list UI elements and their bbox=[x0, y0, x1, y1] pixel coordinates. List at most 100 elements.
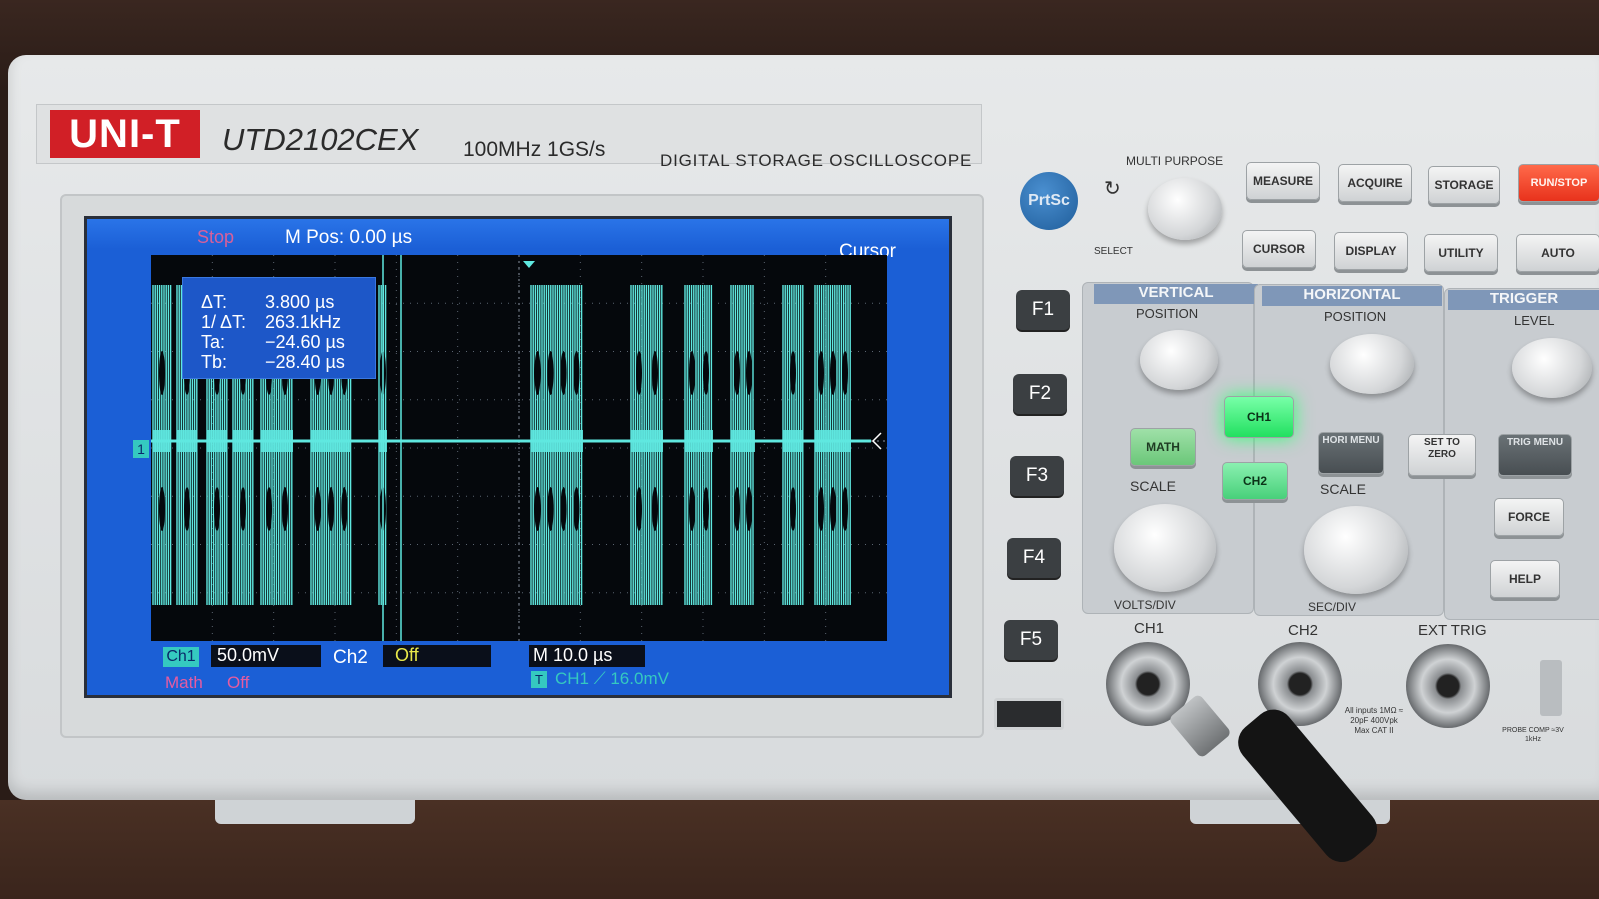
dt-label: ΔT: bbox=[201, 292, 228, 312]
math-button[interactable]: MATH bbox=[1130, 428, 1196, 466]
device-type: DIGITAL STORAGE OSCILLOSCOPE bbox=[660, 151, 973, 170]
volts-div-knob[interactable] bbox=[1114, 504, 1216, 592]
burst-core bbox=[631, 430, 663, 452]
force-button[interactable]: FORCE bbox=[1494, 498, 1564, 536]
display-button[interactable]: DISPLAY bbox=[1334, 232, 1408, 270]
vertical-position-knob[interactable] bbox=[1140, 330, 1218, 390]
burst-notch bbox=[818, 487, 824, 531]
ext-trig-label: EXT TRIG bbox=[1418, 622, 1487, 639]
trigger-position-marker bbox=[523, 261, 535, 268]
f2-button[interactable]: F2 bbox=[1013, 374, 1067, 414]
ext-trig-bnc-connector[interactable] bbox=[1406, 644, 1490, 728]
burst-notch bbox=[341, 487, 348, 531]
math-state: Off bbox=[227, 673, 250, 692]
burst-notch bbox=[573, 351, 580, 395]
burst-core bbox=[233, 430, 253, 452]
dt-value: 3.800 µs bbox=[265, 292, 335, 312]
run-stop-button[interactable]: RUN/STOP bbox=[1518, 164, 1599, 202]
prtsc-button[interactable]: PrtSc bbox=[1020, 172, 1078, 230]
burst-notch bbox=[560, 487, 567, 531]
ch1-scale: 50.0mV bbox=[211, 645, 321, 667]
burst-notch bbox=[734, 487, 740, 531]
auto-button[interactable]: AUTO bbox=[1516, 234, 1599, 272]
burst-notch bbox=[652, 351, 658, 395]
spec-text: 100MHz 1GS/s bbox=[463, 138, 606, 161]
storage-button[interactable]: STORAGE bbox=[1428, 166, 1500, 204]
cursor-button[interactable]: CURSOR bbox=[1242, 230, 1316, 268]
inputs-warning: All inputs 1MΩ ≈ 20pF 400Vpk Max CAT II bbox=[1344, 706, 1404, 735]
help-button[interactable]: HELP bbox=[1490, 560, 1560, 598]
cursor-info-box: ΔT: 3.800 µs 1/ ΔT: 263.1kHz Ta: −24.60 … bbox=[182, 277, 376, 379]
horizontal-scale-label: SCALE bbox=[1320, 481, 1366, 497]
f1-button[interactable]: F1 bbox=[1016, 290, 1070, 330]
burst-notch bbox=[746, 351, 752, 395]
burst-core bbox=[311, 430, 351, 452]
trigger-badge: T bbox=[531, 671, 547, 688]
ta-value: −24.60 µs bbox=[265, 332, 345, 352]
horizontal-position-label: POSITION bbox=[1324, 309, 1387, 324]
burst-notch bbox=[240, 487, 246, 531]
horizontal-heading: HORIZONTAL bbox=[1262, 286, 1442, 306]
vertical-position-label: POSITION bbox=[1136, 306, 1199, 321]
burst-notch bbox=[184, 487, 190, 531]
burst-notch bbox=[734, 351, 740, 395]
burst-notch bbox=[159, 351, 165, 395]
f4-button[interactable]: F4 bbox=[1007, 538, 1061, 578]
hori-menu-button[interactable]: HORI MENU bbox=[1318, 432, 1384, 474]
burst-core bbox=[783, 430, 803, 452]
acquire-button[interactable]: ACQUIRE bbox=[1338, 164, 1412, 202]
burst-notch bbox=[818, 351, 824, 395]
sec-div-knob[interactable] bbox=[1304, 506, 1408, 594]
burst-notch bbox=[746, 487, 752, 531]
burst-notch bbox=[266, 487, 272, 531]
burst-core bbox=[731, 430, 755, 452]
burst-notch bbox=[790, 487, 796, 531]
oscilloscope-screen: Stop M Pos: 0.00 µs Cursor 1 ΔT: 3.800 µ… bbox=[84, 216, 952, 698]
probe-comp-terminal[interactable] bbox=[1540, 660, 1562, 716]
mpos-readout: M Pos: 0.00 µs bbox=[285, 227, 413, 248]
tb-label: Tb: bbox=[201, 352, 228, 372]
inv-dt-value: 263.1kHz bbox=[265, 312, 342, 332]
burst-notch bbox=[842, 351, 848, 395]
burst-core bbox=[261, 430, 293, 452]
f3-button[interactable]: F3 bbox=[1010, 456, 1064, 496]
burst-core bbox=[531, 430, 583, 452]
burst-notch bbox=[547, 351, 554, 395]
burst-notch bbox=[314, 487, 321, 531]
burst-notch bbox=[328, 487, 334, 531]
burst-notch bbox=[282, 487, 288, 531]
ch1-badge: Ch1 bbox=[163, 647, 199, 667]
burst-notch bbox=[830, 487, 836, 531]
burst-notch bbox=[560, 351, 567, 395]
usb-port[interactable] bbox=[994, 698, 1064, 730]
trig-menu-button[interactable]: TRIG MENU bbox=[1498, 434, 1572, 476]
burst-notch bbox=[573, 487, 580, 531]
utility-button[interactable]: UTILITY bbox=[1424, 234, 1498, 272]
measure-button[interactable]: MEASURE bbox=[1246, 162, 1320, 200]
brand-logo: UNI-T bbox=[50, 110, 200, 158]
rotate-icon: ↻ bbox=[1104, 178, 1121, 200]
ch1-marker: 1 bbox=[133, 440, 149, 458]
burst-notch bbox=[534, 487, 541, 531]
burst-notch bbox=[703, 487, 709, 531]
burst-notch bbox=[534, 351, 541, 395]
trigger-level-knob[interactable] bbox=[1512, 338, 1592, 398]
f5-button[interactable]: F5 bbox=[1004, 620, 1058, 660]
set-to-zero-button[interactable]: SET TO ZERO bbox=[1408, 434, 1476, 476]
ch2-button[interactable]: CH2 bbox=[1222, 462, 1288, 500]
burst-notch bbox=[636, 487, 642, 531]
multi-purpose-label: MULTI PURPOSE bbox=[1126, 154, 1224, 168]
burst-notch bbox=[830, 351, 836, 395]
math-label: Math bbox=[165, 673, 203, 692]
multi-purpose-knob[interactable] bbox=[1148, 178, 1222, 240]
vertical-heading: VERTICAL bbox=[1094, 284, 1258, 304]
ch1-button[interactable]: CH1 bbox=[1224, 396, 1294, 438]
trigger-heading: TRIGGER bbox=[1448, 290, 1599, 310]
horizontal-position-knob[interactable] bbox=[1330, 334, 1414, 394]
vertical-scale-label: SCALE bbox=[1130, 478, 1176, 494]
inv-dt-label: 1/ ΔT: bbox=[201, 312, 247, 332]
burst-notch bbox=[547, 487, 554, 531]
ch2-label: Ch2 bbox=[333, 647, 368, 668]
timebase-readout: M 10.0 µs bbox=[529, 645, 645, 667]
left-foot bbox=[215, 800, 415, 824]
